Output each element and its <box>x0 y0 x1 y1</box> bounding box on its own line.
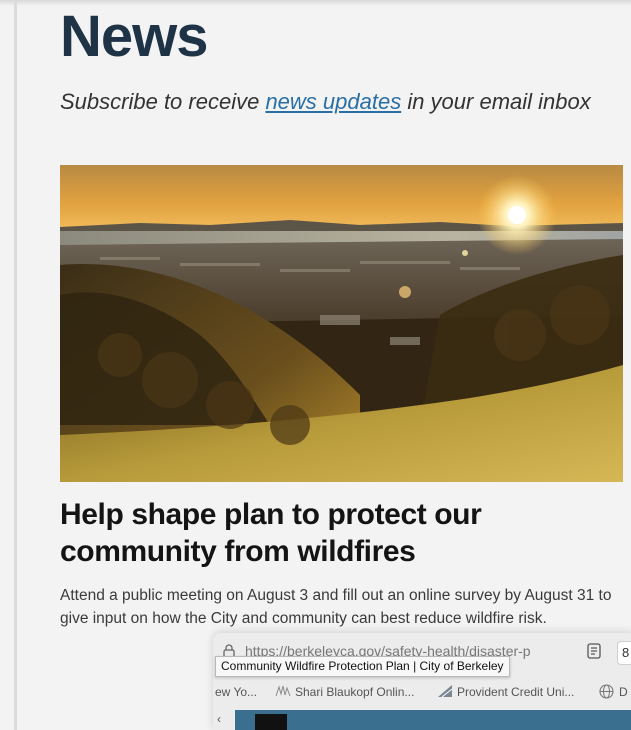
bookmark-item[interactable]: Shari Blaukopf Onlin... <box>295 685 414 699</box>
globe-icon <box>599 684 614 699</box>
article-description: Attend a public meeting on August 3 and … <box>60 587 612 627</box>
sketch-favicon-icon <box>275 685 291 697</box>
link-tooltip: Community Wildfire Protection Plan | Cit… <box>215 656 510 677</box>
provident-favicon-icon <box>438 685 453 698</box>
berkeley-hills-sunset-photo <box>60 165 623 482</box>
active-tab[interactable] <box>235 710 631 730</box>
news-updates-link[interactable]: news updates <box>265 89 401 114</box>
article-title[interactable]: Help shape plan to protect our community… <box>60 496 620 570</box>
tab-scroll-left-icon[interactable]: ‹ <box>217 712 221 726</box>
reader-view-icon[interactable] <box>587 643 601 659</box>
page: News Subscribe to receive news updates i… <box>0 0 631 730</box>
browser-window-overlay: https://berkeleyca.gov/safety-health/dis… <box>213 633 631 730</box>
left-border <box>14 0 17 730</box>
bookmark-item[interactable]: ew Yo... <box>215 685 257 699</box>
subscribe-suffix: in your email inbox <box>401 89 591 114</box>
page-title: News <box>60 4 209 69</box>
subscribe-line: Subscribe to receive news updates in you… <box>60 87 591 117</box>
bookmarks-bar: ew Yo... Shari Blaukopf Onlin... Provide… <box>213 681 631 703</box>
hero-image[interactable] <box>60 165 623 482</box>
bookmark-item[interactable]: D <box>619 685 628 699</box>
subscribe-prefix: Subscribe to receive <box>60 89 266 114</box>
tab-favicon-icon <box>255 714 287 730</box>
address-bar-extension[interactable]: 8 <box>617 641 631 665</box>
tab-strip: ‹ <box>213 710 631 730</box>
bookmark-item[interactable]: Provident Credit Uni... <box>457 685 574 699</box>
